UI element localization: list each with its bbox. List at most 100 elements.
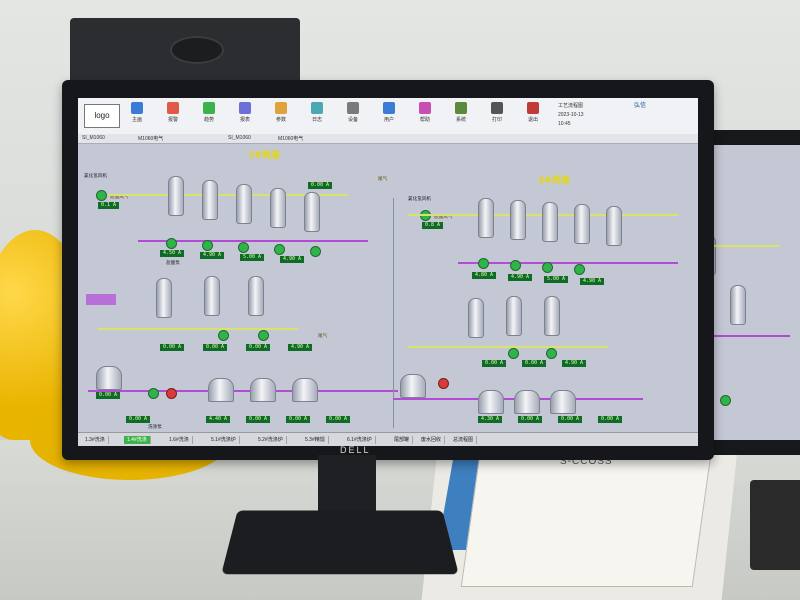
toolbar-button[interactable]: 参数 [270,102,292,130]
pump-current: 4.90 A [288,344,313,351]
drum-current: 0.00 A [326,416,351,423]
screen-tab[interactable]: 5.3#精馏 [302,436,329,444]
drum-current: 0.00 A [286,416,311,423]
acid-pump[interactable] [546,348,557,359]
stopped-pump[interactable] [166,388,177,399]
pump-current: 5.00 A [240,254,265,261]
wash-tower [168,176,184,216]
pump-current: 0.00 A [203,344,228,351]
wash-tower [248,276,264,316]
screen-tab[interactable]: 1.6#洗涤 [166,436,193,444]
toolbar-button-label: 退出 [527,117,538,123]
pump-current: 4.80 A [472,272,497,279]
tower-current: 0.00 A [308,182,333,189]
toolbar-button[interactable]: 设备 [342,102,364,130]
secondary-pump[interactable] [720,395,731,406]
screen-tab-bar: 1.3#洗涤 1.4#洗涤 1.6#洗涤 5.1#洗涤炉 5.2#洗涤炉 5.3#精馏 6.… [78,432,698,446]
pump-current: 4.90 A [200,252,225,259]
drum-current: 0.00 A [518,416,543,423]
exit-icon [527,102,539,114]
print-icon [491,102,503,114]
fan-left[interactable] [96,190,107,201]
toolbar-button[interactable]: 报表 [234,102,256,130]
toolbar-button[interactable]: 主画 [126,102,148,130]
screen-tab[interactable]: 1.3#洗涤 [82,436,109,444]
pump-label: 盐酸泵 [166,260,180,265]
subbar-item[interactable]: SI_M1060 [228,135,251,141]
app-logo[interactable]: logo [84,104,120,128]
toolbar-button[interactable]: 系统 [450,102,472,130]
drum-current: 0.00 A [558,416,583,423]
storage-drum [478,390,504,414]
toolbar-button-label: 主画 [131,117,142,123]
brand-logo: 弘信 [634,103,647,109]
acid-pipe-right [458,262,678,264]
phone [750,480,800,570]
storage-drum [514,390,540,414]
pump-current: 4.90 A [508,274,533,281]
pump-current: 4.90 A [580,278,605,285]
acid-pump[interactable] [510,260,521,271]
fan-vent-icon [170,36,224,64]
toolbar-button-label: 打印 [491,117,502,123]
toolbar-button[interactable]: 用户 [378,102,400,130]
toolbar-button-label: 报警 [167,117,178,123]
acid-pump[interactable] [508,348,519,359]
acid-pump[interactable] [218,330,229,341]
screen-tab[interactable]: 总流程图 [450,436,478,444]
subbar-item[interactable]: M1060电气 [138,135,163,142]
fan-label-left: 氯化氢风机 [84,173,107,178]
screen-tab[interactable]: 6.1#洗涤炉 [344,436,376,444]
toolbar-button[interactable]: 趋势 [198,102,220,130]
acid-pump[interactable] [238,242,249,253]
wash-pump-label: 洗涤泵 [148,424,162,429]
toolbar-button[interactable]: 日志 [306,102,328,130]
wash-tower [202,180,218,220]
screen-tab[interactable]: 废水回收 [418,436,446,444]
gas-pipe-right-mid [408,346,608,348]
screen-tab[interactable]: 5.2#洗涤炉 [255,436,287,444]
fan-current-right: 0.8 A [422,222,444,229]
acid-pipe-left-bot [88,390,398,392]
stopped-pump[interactable] [438,378,449,389]
acid-pump[interactable] [166,238,177,249]
acid-pump[interactable] [574,264,585,275]
date-text: 2023-10-13 [558,112,584,118]
wash-pump[interactable] [148,388,159,399]
section-divider [393,198,394,428]
acid-pump[interactable] [478,258,489,269]
toolbar-button-label: 趋势 [203,117,214,123]
toolbar-button[interactable]: 报警 [162,102,184,130]
storage-drum [96,366,122,390]
screen-tab[interactable]: 尾部罐 [391,436,414,444]
wash-tower [156,278,172,318]
subbar-item[interactable]: M1060电气 [278,135,303,142]
document-stack [460,455,712,587]
toolbar-button-label: 日志 [311,117,322,123]
screen-tab[interactable]: 5.1#洗涤炉 [208,436,240,444]
acid-pump[interactable] [202,240,213,251]
toolbar-button[interactable]: 退出 [522,102,544,130]
acid-pump[interactable] [310,246,321,257]
subbar-item[interactable]: SI_M1060 [82,135,105,141]
acid-pump[interactable] [258,330,269,341]
pump-current: 4.90 A [280,256,305,263]
pump-current: 0.00 A [160,344,185,351]
screen-tab[interactable]: 1.4#洗涤 [124,436,151,444]
toolbar-button[interactable]: 打印 [486,102,508,130]
fan-current-left: 0.1 A [98,202,120,209]
wash-tower [468,298,484,338]
help-icon [419,102,431,114]
user-icon [383,102,395,114]
acid-pump[interactable] [274,244,285,255]
acid-pump[interactable] [542,262,553,273]
acid-tank-indicator [86,294,116,305]
drum-current: 4.30 A [478,416,503,423]
screen-title: 工艺流程图 [558,103,584,109]
pump-current: 0.00 A [246,344,271,351]
wash-tower [270,188,286,228]
wash-tower [574,204,590,244]
toolbar-button[interactable]: 帮助 [414,102,436,130]
alarm-icon [167,102,179,114]
tail-gas-label: 尾气 [378,176,388,181]
